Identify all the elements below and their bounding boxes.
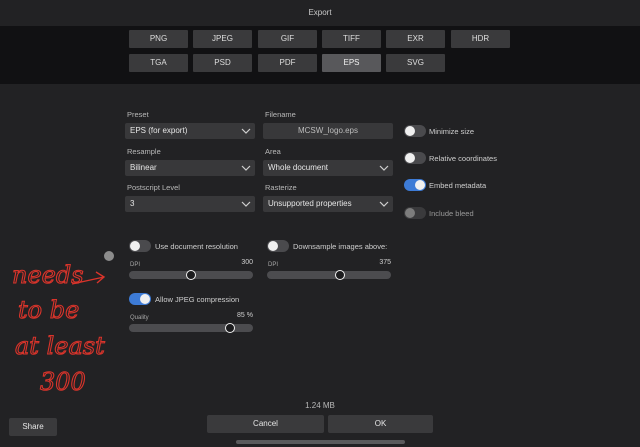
handwritten-annotation: needs to be at least 300 (11, 260, 105, 396)
allow-jpeg-compression-toggle[interactable] (129, 293, 151, 305)
format-gif-button[interactable]: GIF (258, 30, 317, 48)
downsample-images-toggle[interactable] (267, 240, 289, 252)
area-value: Whole document (268, 163, 329, 172)
chevron-down-icon (379, 196, 389, 212)
format-jpeg-button[interactable]: JPEG (193, 30, 252, 48)
toggle-knob (140, 294, 150, 304)
downsample-dpi-value: 375 (379, 259, 391, 266)
postscript-level-label: Postscript Level (127, 183, 180, 192)
toggle-knob (268, 241, 278, 251)
annotation-text-line-3: at least (15, 332, 105, 360)
use-document-resolution-toggle[interactable] (129, 240, 151, 252)
chevron-down-icon (241, 196, 251, 212)
share-button[interactable]: Share (9, 418, 57, 436)
ok-button[interactable]: OK (328, 415, 433, 433)
format-png-button[interactable]: PNG (129, 30, 188, 48)
relative-coordinates-label: Relative coordinates (429, 154, 497, 163)
preset-select[interactable]: EPS (for export) (125, 123, 255, 139)
toggle-knob (405, 153, 415, 163)
resample-value: Bilinear (130, 163, 157, 172)
resample-label: Resample (127, 147, 161, 156)
dpi-slider-thumb[interactable] (185, 269, 196, 280)
downsample-dpi-slider[interactable] (267, 269, 391, 280)
rasterize-label: Rasterize (265, 183, 297, 192)
allow-jpeg-compression-label: Allow JPEG compression (155, 295, 240, 304)
preset-value: EPS (for export) (130, 126, 188, 135)
format-pdf-button[interactable]: PDF (258, 54, 317, 72)
postscript-level-value: 3 (130, 199, 135, 208)
filename-field[interactable]: MCSW_logo.eps (263, 123, 393, 139)
format-tiff-button[interactable]: TIFF (322, 30, 381, 48)
quality-slider[interactable] (129, 322, 253, 333)
format-psd-button[interactable]: PSD (193, 54, 252, 72)
include-bleed-label: Include bleed (429, 209, 474, 218)
embed-metadata-label: Embed metadata (429, 181, 487, 190)
home-indicator (236, 440, 405, 444)
preset-label: Preset (127, 110, 149, 119)
toggle-knob (415, 180, 425, 190)
annotation-text-line-2: to be (18, 296, 79, 324)
annotation-text-line-1: needs (12, 261, 84, 289)
format-svg-button[interactable]: SVG (386, 54, 445, 72)
include-bleed-toggle[interactable] (404, 207, 426, 219)
chevron-down-icon (379, 160, 389, 176)
format-bar: PNG JPEG GIF TIFF EXR HDR TGA PSD PDF EP… (0, 26, 640, 84)
area-label: Area (265, 147, 281, 156)
dpi-label: DPI (130, 262, 141, 268)
chevron-down-icon (241, 160, 251, 176)
chevron-down-icon (241, 123, 251, 139)
rasterize-select[interactable]: Unsupported properties (263, 196, 393, 212)
format-tga-button[interactable]: TGA (129, 54, 188, 72)
cancel-button[interactable]: Cancel (207, 415, 324, 433)
toggle-knob (405, 126, 415, 136)
rasterize-value: Unsupported properties (268, 199, 352, 208)
toggle-knob (130, 241, 140, 251)
use-document-resolution-label: Use document resolution (155, 242, 238, 251)
minimize-size-label: Minimize size (429, 127, 475, 136)
toggle-knob (405, 208, 415, 218)
postscript-level-select[interactable]: 3 (125, 196, 255, 212)
dpi-slider[interactable] (129, 269, 253, 280)
dpi-value: 300 (241, 259, 253, 266)
downsample-dpi-slider-thumb[interactable] (334, 269, 345, 280)
embed-metadata-toggle[interactable] (404, 179, 426, 191)
file-size: 1.24 MB (305, 401, 335, 410)
format-eps-button[interactable]: EPS (322, 54, 381, 72)
minimize-size-toggle[interactable] (404, 125, 426, 137)
area-select[interactable]: Whole document (263, 160, 393, 176)
format-exr-button[interactable]: EXR (386, 30, 445, 48)
dialog-title: Export (308, 8, 332, 17)
filename-label: Filename (265, 110, 296, 119)
quality-label: Quality (130, 315, 149, 321)
format-hdr-button[interactable]: HDR (451, 30, 510, 48)
quality-slider-thumb[interactable] (225, 322, 236, 333)
downsample-dpi-label: DPI (268, 262, 279, 268)
resample-select[interactable]: Bilinear (125, 160, 255, 176)
quality-value: 85 % (237, 312, 253, 319)
relative-coordinates-toggle[interactable] (404, 152, 426, 164)
downsample-images-label: Downsample images above: (293, 242, 388, 251)
annotation-text-line-4: 300 (40, 368, 86, 396)
